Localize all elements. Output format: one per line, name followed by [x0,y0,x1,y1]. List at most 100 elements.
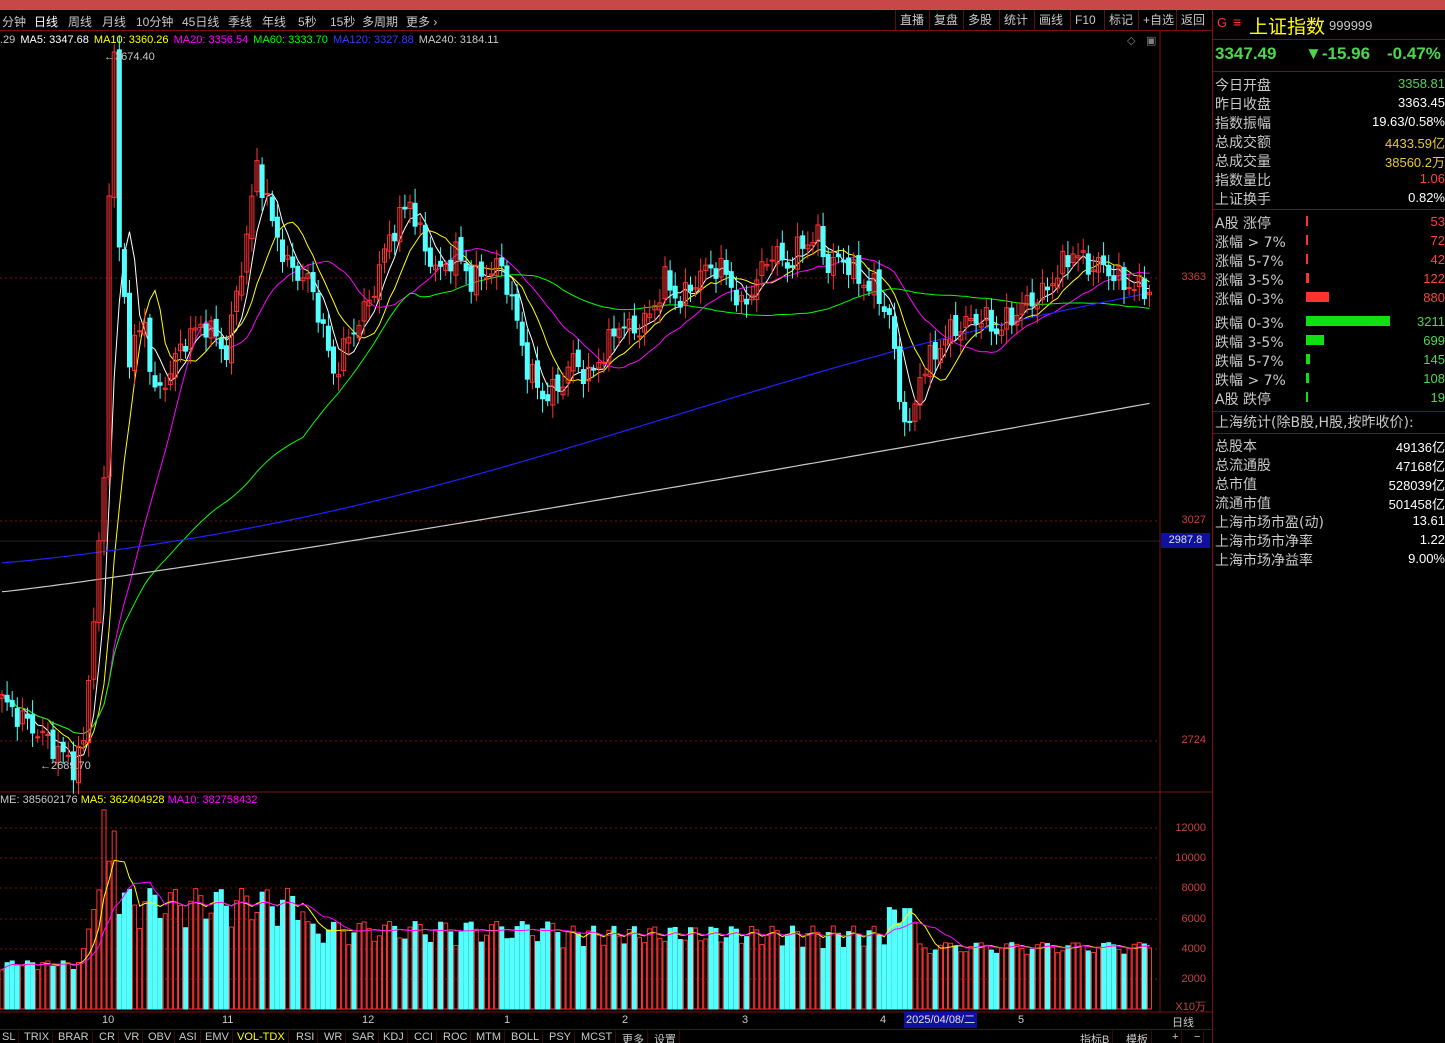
candle [861,278,867,301]
candle [774,239,780,276]
candle [453,232,459,289]
volume-bar [1090,951,1096,1010]
tab-kdj[interactable]: KDJ [383,1031,408,1043]
volume-bar [310,923,316,1010]
template-button[interactable]: 模板 [1126,1031,1152,1043]
candle-body [147,317,153,372]
tab-sl[interactable]: SL [2,1031,20,1043]
volume-bar [846,931,852,1010]
candle [346,328,352,356]
stat-row: 今日开盘 3358.81 [1215,74,1445,94]
candle-body [259,164,265,198]
index-code: 999999 [1329,18,1373,33]
volume-bar [999,947,1005,1010]
breadth-label: 涨幅 > 7% [1215,235,1286,251]
tab-sar[interactable]: SAR [352,1031,379,1043]
breadth-bar [1306,316,1390,326]
indicator-b-button[interactable]: 指标B [1080,1031,1114,1043]
tab-boll[interactable]: BOLL [511,1031,544,1043]
volume-bar [994,952,999,1010]
candle-body [116,49,122,248]
candle-body [621,326,627,329]
volume-bar [1065,945,1071,1010]
candle [249,184,255,252]
tab-brar[interactable]: BRAR [58,1031,93,1043]
quote-panel: G ≡ 上证指数 999999 3347.49 ▼-15.96 -0.47% 今… [1212,10,1445,1043]
candle [1080,238,1086,265]
breadth-row: 跌幅 5-7% 145 [1215,350,1445,370]
volume-bar [9,960,15,1010]
candle [101,465,107,556]
volume-bar [300,911,306,1010]
candle [886,304,892,329]
date-label-1: 1 [504,1014,511,1026]
volume-bar [739,942,744,1010]
volume-bar [626,928,632,1010]
volume-bar [116,913,122,1010]
period-indicator[interactable]: 日线 [1172,1014,1194,1030]
tab-asi[interactable]: ASI [179,1031,201,1043]
candle [14,697,20,741]
candle-body [591,368,597,371]
breadth-bar [1306,216,1308,226]
candle-body [183,345,189,352]
volume-bar [259,891,265,1010]
tab-trix[interactable]: TRIX [24,1031,54,1043]
volume-bar [45,960,51,1010]
candle [172,347,178,392]
candle [229,301,234,375]
candle [111,44,117,208]
volume-bar [876,934,882,1010]
candle-body [315,292,321,323]
candle [162,376,168,402]
breadth-row: 跌幅 > 7% 108 [1215,369,1445,389]
tab-roc[interactable]: ROC [443,1031,472,1043]
tab-mtm[interactable]: MTM [476,1031,506,1043]
candle [473,250,479,302]
tab-wr[interactable]: WR [324,1031,347,1043]
tab-cci[interactable]: CCI [414,1031,437,1043]
candle [713,262,719,293]
candle [764,258,770,272]
tab-vr[interactable]: VR [124,1031,144,1043]
zoom-in-button[interactable]: + [1172,1031,1183,1043]
volume-bar [555,932,561,1010]
candle-body [4,694,10,703]
ma120-label: MA120: 3327.88 [332,34,414,46]
tab-psy[interactable]: PSY [549,1031,576,1043]
tab-obv[interactable]: OBV [148,1031,176,1043]
volume-bar [229,926,234,1010]
indicator-tab-bar: SL TRIX BRAR CR VR OBV ASI EMV VOL-TDX R… [0,1029,1212,1043]
candle [978,309,984,340]
breadth-bar [1306,354,1310,364]
tab-more[interactable]: 更多 [622,1031,648,1043]
tab-rsi[interactable]: RSI [296,1031,319,1043]
menu-icon[interactable]: ≡ [1233,14,1241,30]
tab-vol-tdx[interactable]: VOL-TDX [237,1031,289,1043]
volume-bar [968,945,974,1010]
tab-settings[interactable]: 设置 [654,1031,680,1043]
candle [178,329,183,363]
zoom-out-button[interactable]: − [1194,1031,1205,1043]
candle-body [35,736,41,739]
candle-body [672,285,678,299]
candle [810,231,816,255]
candle [932,330,938,374]
window-icon[interactable]: ▣ [1146,34,1156,47]
diamond-icon[interactable]: ◇ [1127,34,1135,47]
volume-value: ME: 385602176 [0,794,78,806]
volume-bar [1136,942,1142,1010]
tab-mcst[interactable]: MCST [581,1031,617,1043]
candle [96,532,102,632]
candle [458,226,464,265]
volume-bar [662,940,668,1010]
volume-bar [810,925,816,1010]
volume-bar [550,922,556,1010]
candle-body [540,390,546,400]
tab-emv[interactable]: EMV [205,1031,233,1043]
volume-bar [1004,943,1010,1010]
tab-cr[interactable]: CR [99,1031,119,1043]
stat-row: 指数量比 1.06 [1215,169,1445,189]
volume-bar [1070,942,1076,1010]
kline-chart[interactable] [0,0,1212,1029]
